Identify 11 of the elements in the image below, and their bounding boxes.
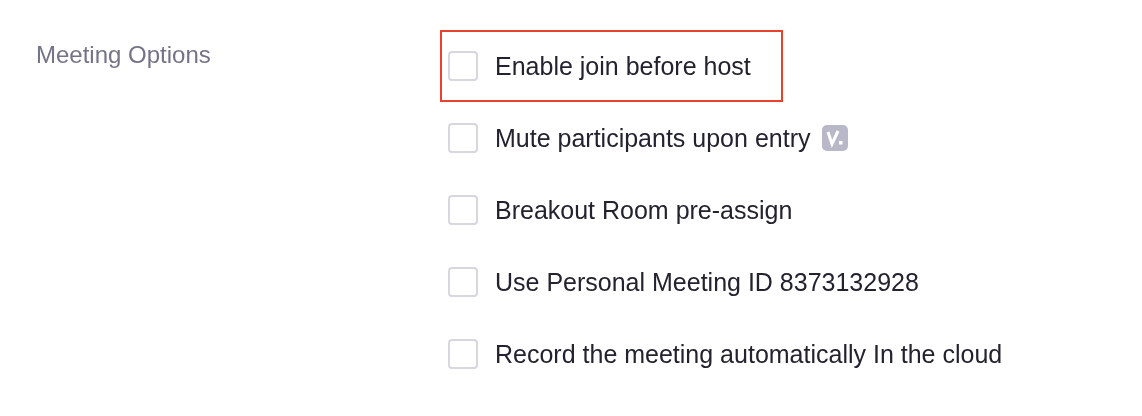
option-label: Mute participants upon entry (495, 123, 811, 153)
checkbox[interactable] (448, 267, 478, 297)
option-label: Breakout Room pre-assign (495, 195, 793, 225)
section-label: Meeting Options (36, 41, 211, 68)
checkbox[interactable] (448, 195, 478, 225)
checkbox[interactable] (448, 51, 478, 81)
option-label: Record the meeting automatically In the cloud (495, 339, 1003, 369)
checkbox[interactable] (448, 123, 478, 153)
option-label: Use Personal Meeting ID 8373132928 (495, 267, 919, 297)
option-label: Enable join before host (495, 51, 751, 81)
checkbox[interactable] (448, 339, 478, 369)
